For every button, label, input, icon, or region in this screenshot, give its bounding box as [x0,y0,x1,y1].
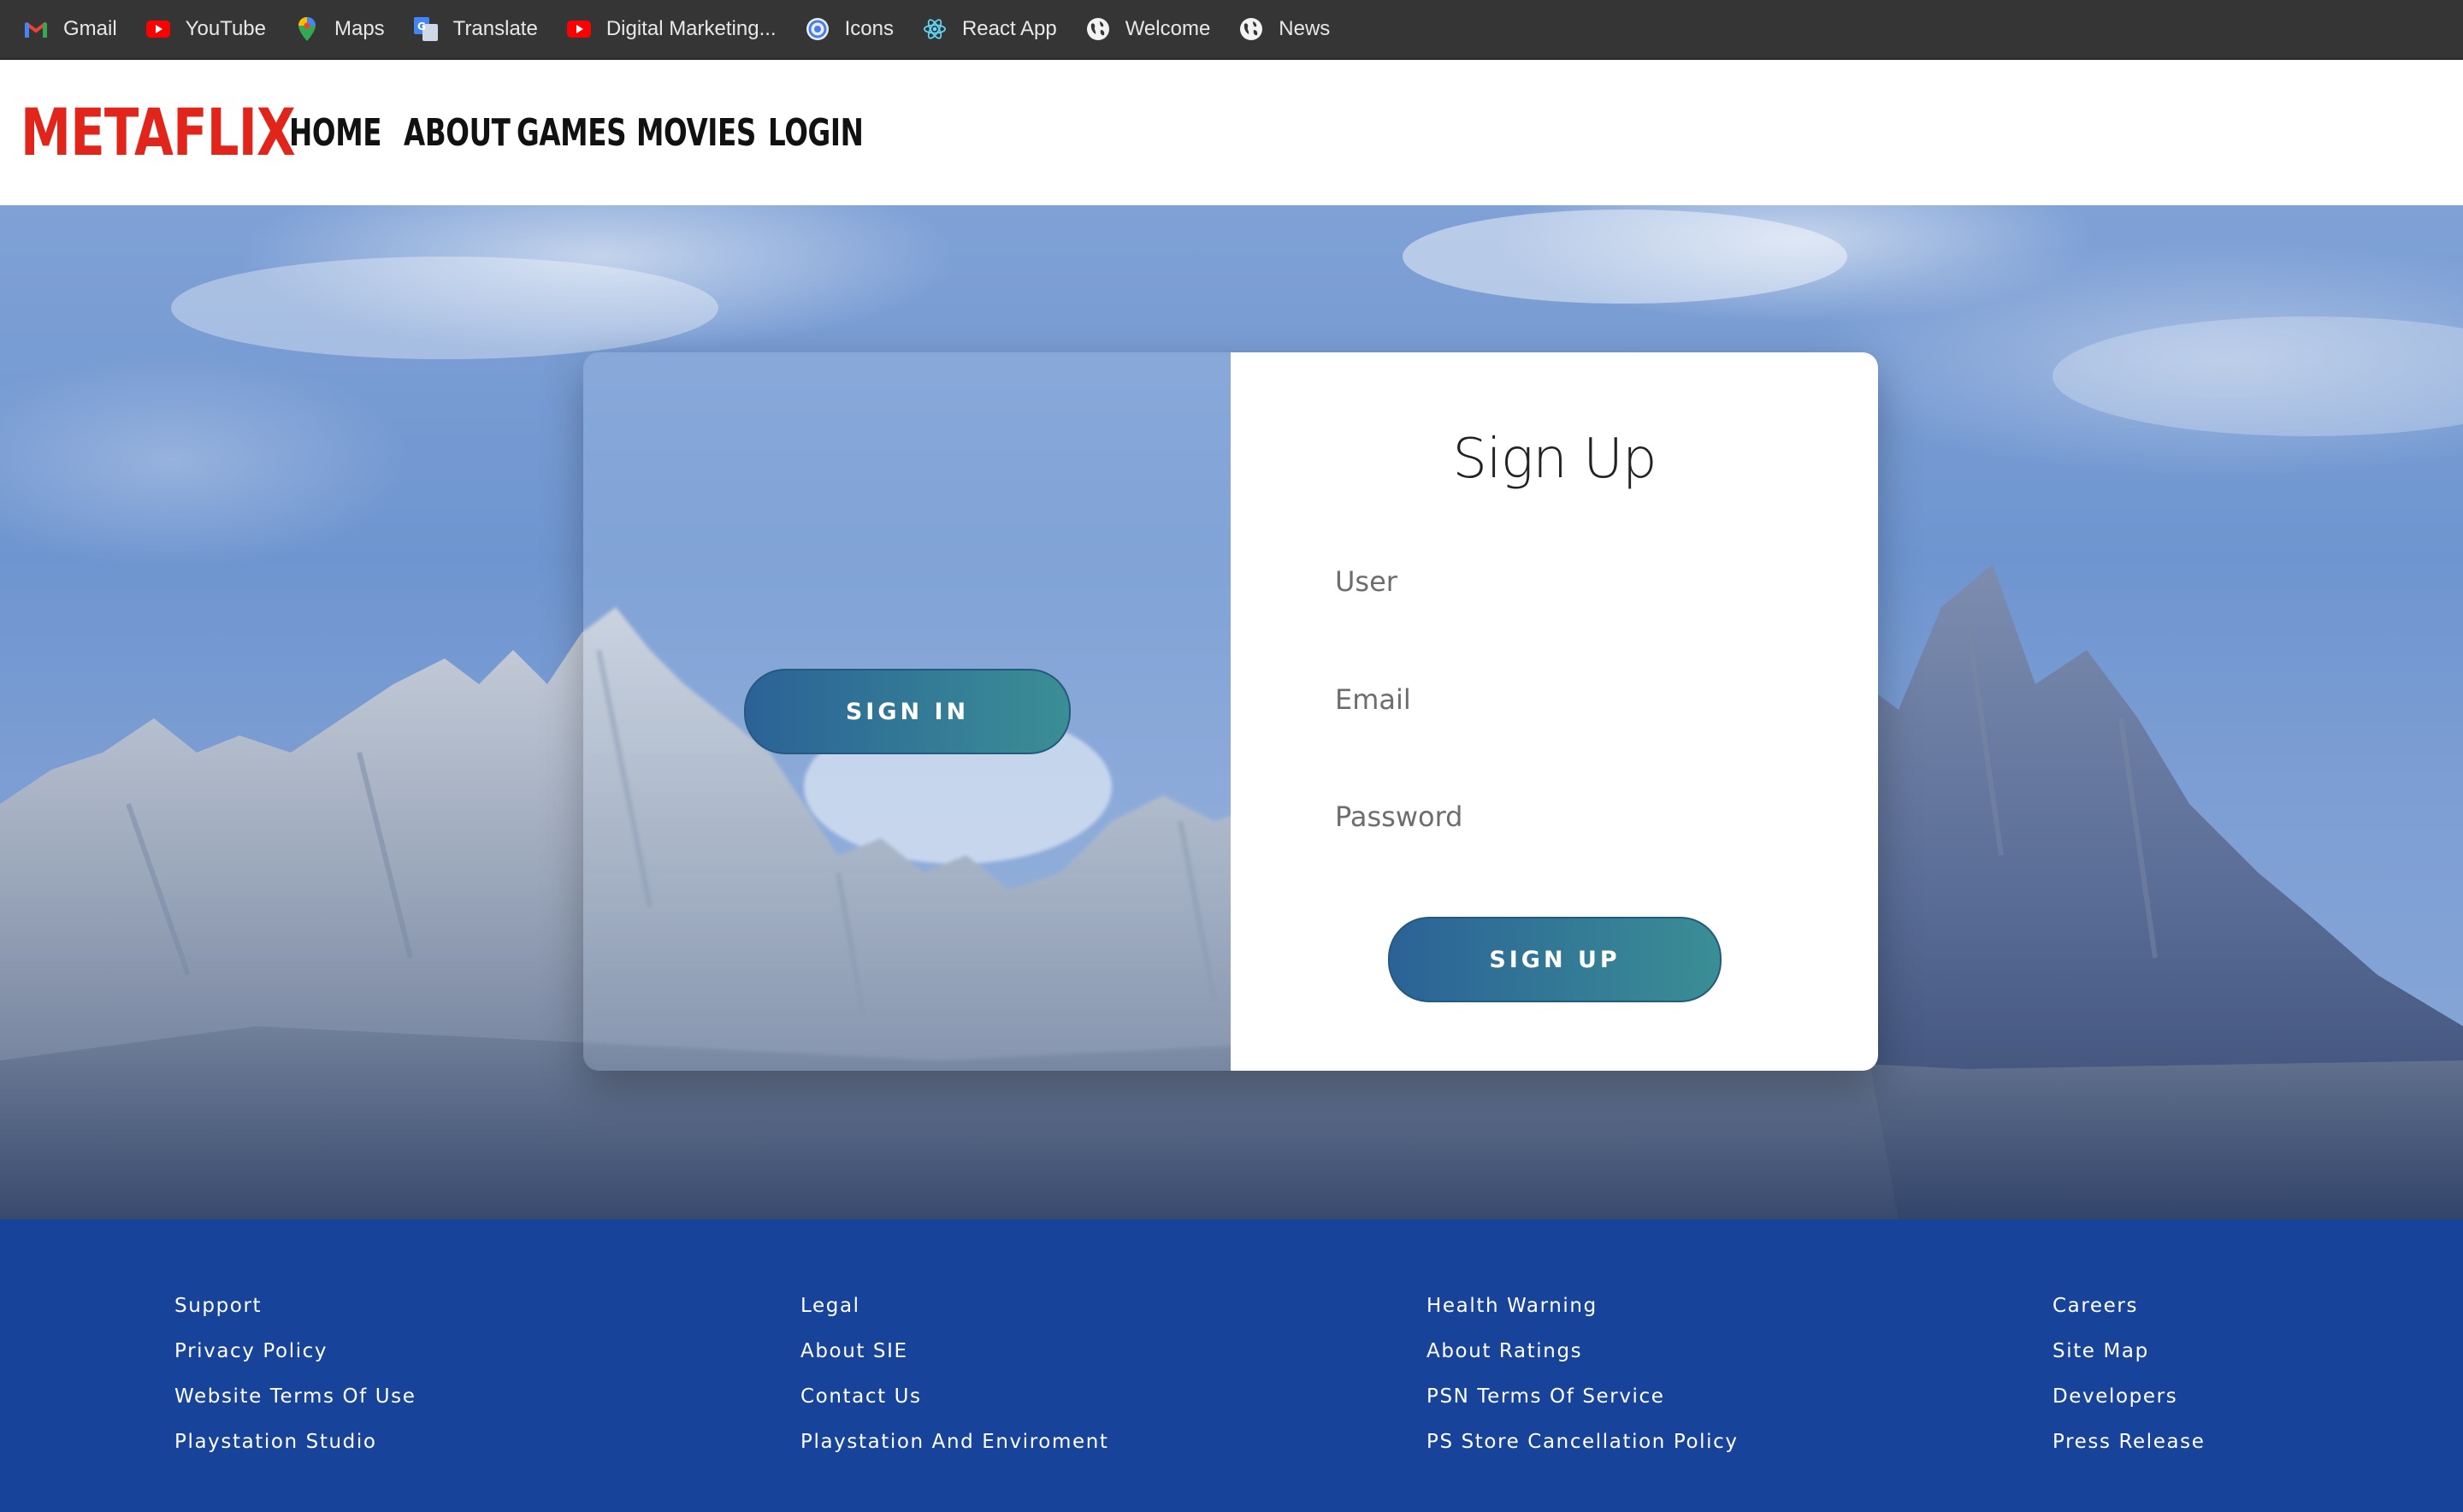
footer-link-legal[interactable]: Legal [800,1290,1109,1335]
react-icon [923,17,947,41]
bookmark-digital-marketing[interactable]: Digital Marketing... [566,0,777,59]
maps-icon [295,17,319,41]
footer-link-contact-us[interactable]: Contact Us [800,1380,1109,1426]
globe-icon [1086,17,1110,41]
bookmark-label: Translate [452,17,538,40]
bookmark-label: Icons [844,17,894,40]
footer-link-support[interactable]: Support [174,1290,416,1335]
footer-link-careers[interactable]: Careers [2052,1290,2206,1335]
bookmark-news[interactable]: News [1239,0,1330,59]
auth-card: SIGN IN Sign Up SIGN UP [583,352,1878,1071]
footer-column: Legal About SIE Contact Us Playstation A… [800,1290,1109,1471]
signup-panel: Sign Up SIGN UP [1231,352,1878,1071]
site-logo[interactable]: METAFLIX [21,100,296,165]
translate-icon: G [413,17,438,41]
bookmark-translate[interactable]: G Translate [413,0,538,59]
footer-link-psn-terms[interactable]: PSN Terms Of Service [1426,1380,1739,1426]
hero-background: SIGN IN Sign Up SIGN UP [0,205,2463,1220]
bookmark-maps[interactable]: Maps [295,0,385,59]
footer-link-developers[interactable]: Developers [2052,1380,2206,1426]
icons-icon [806,17,830,41]
nav-movies[interactable]: MOVIES [636,111,756,155]
bookmark-welcome[interactable]: Welcome [1086,0,1211,59]
bookmark-label: Welcome [1125,17,1211,40]
bookmark-label: Gmail [63,17,117,40]
footer-link-site-map[interactable]: Site Map [2052,1335,2206,1380]
bookmark-label: Maps [334,17,385,40]
youtube-icon [145,17,170,41]
sign-in-button[interactable]: SIGN IN [744,669,1071,754]
footer-link-privacy-policy[interactable]: Privacy Policy [174,1335,416,1380]
bookmark-icons[interactable]: Icons [806,0,894,59]
signup-title: Sign Up [1452,428,1657,491]
signin-panel: SIGN IN [583,352,1231,1071]
main-nav: HOME ABOUT GAMES MOVIES LOGIN [289,111,873,155]
bookmark-youtube[interactable]: YouTube [145,0,266,59]
footer-link-playstation-studio[interactable]: Playstation Studio [174,1426,416,1471]
bookmark-label: YouTube [185,17,266,40]
gmail-icon [24,17,48,41]
footer-column: Careers Site Map Developers Press Releas… [2052,1290,2206,1471]
footer-link-press-release[interactable]: Press Release [2052,1426,2206,1471]
bookmark-label: News [1279,17,1331,40]
footer-link-ps-store-cancellation[interactable]: PS Store Cancellation Policy [1426,1426,1739,1471]
footer-link-health-warning[interactable]: Health Warning [1426,1290,1739,1335]
youtube-icon [566,17,591,41]
bookmark-label: Digital Marketing... [605,17,777,40]
user-input[interactable] [1335,556,1780,607]
nav-about[interactable]: ABOUT [404,111,511,155]
globe-icon [1239,17,1263,41]
footer-link-website-terms[interactable]: Website Terms Of Use [174,1380,416,1426]
nav-home[interactable]: HOME [289,111,381,155]
footer-column: Support Privacy Policy Website Terms Of … [174,1290,416,1471]
nav-login[interactable]: LOGIN [768,111,864,155]
site-header: METAFLIX HOME ABOUT GAMES MOVIES LOGIN [0,60,2463,205]
password-input[interactable] [1335,791,1780,842]
bookmark-react-app[interactable]: React App [923,0,1057,59]
svg-text:G: G [417,21,426,32]
footer-column: Health Warning About Ratings PSN Terms O… [1426,1290,1739,1471]
footer-link-about-sie[interactable]: About SIE [800,1335,1109,1380]
footer-link-about-ratings[interactable]: About Ratings [1426,1335,1739,1380]
site-footer: Support Privacy Policy Website Terms Of … [0,1220,2463,1512]
nav-games[interactable]: GAMES [517,111,627,155]
bookmark-gmail[interactable]: Gmail [24,0,117,59]
email-input[interactable] [1335,674,1780,725]
sign-up-button[interactable]: SIGN UP [1388,917,1722,1002]
bookmark-label: React App [961,17,1057,40]
bookmarks-bar: Gmail YouTube Maps G Translate Digital M… [0,0,2463,60]
footer-link-playstation-environment[interactable]: Playstation And Enviroment [800,1426,1109,1471]
